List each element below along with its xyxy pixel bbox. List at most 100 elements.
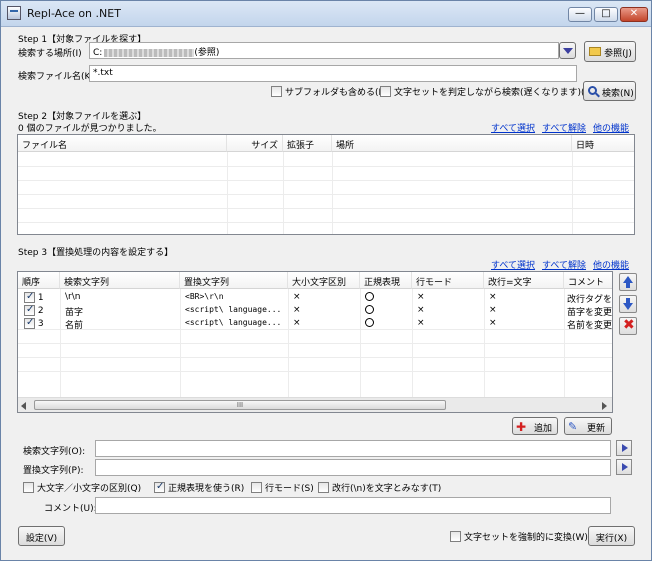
search-expand-button[interactable] [616, 440, 632, 456]
comment-input[interactable] [95, 497, 611, 514]
checkbox-icon [380, 86, 391, 97]
row-comment: 苗字を変更 [567, 308, 613, 317]
search-string-input[interactable] [95, 440, 611, 457]
rule-col-case[interactable]: 大小文字区別 [288, 272, 360, 289]
step3-other-functions-link[interactable]: 他の機能 [593, 258, 629, 271]
search-icon-handle [595, 92, 600, 98]
location-label: 検索する場所(I) [18, 49, 82, 59]
row-case: × [293, 318, 301, 328]
file-col-size[interactable]: サイズ [227, 135, 283, 152]
file-col-location[interactable]: 場所 [332, 135, 572, 152]
grid-line [18, 180, 634, 181]
grid-line [18, 166, 634, 167]
blurred-path-icon [104, 48, 195, 57]
move-down-button[interactable] [619, 295, 637, 313]
checkbox-icon [318, 482, 329, 493]
replace-rule-list[interactable]: 順序 検索文字列 置換文字列 大小文字区別 正規表現 行モード 改行=文字 コメ… [17, 271, 613, 413]
location-value-tail: (参照) [194, 48, 220, 58]
location-input[interactable]: C: (参照) [89, 42, 559, 59]
browse-button[interactable]: 参照(J) [584, 41, 636, 62]
scroll-grip: III [236, 401, 244, 409]
case-sensitive-checkbox[interactable]: 大文字／小文字の区別(Q) [23, 481, 141, 494]
row-search: \r\n [65, 292, 81, 302]
newline-as-char-label: 改行(\n)を文字とみなす(T) [332, 484, 442, 494]
detect-charset-checkbox[interactable]: 文字セットを判定しながら検索(遅くなります)(M) [380, 85, 596, 98]
replace-expand-button[interactable] [616, 459, 632, 475]
step3-select-all-link[interactable]: すべて選択 [491, 258, 535, 271]
row-replace: <script\ language... [185, 318, 282, 327]
comment-label: コメント(U): [44, 504, 97, 514]
checkbox-icon [154, 481, 165, 493]
row-checkbox[interactable] [24, 305, 35, 316]
grid-line [18, 343, 612, 344]
pencil-icon: ✎ [568, 420, 578, 433]
scroll-right-arrow[interactable] [602, 402, 607, 410]
circle-icon [365, 305, 374, 314]
search-button[interactable]: 検索(N) [583, 81, 636, 101]
step2-other-functions-link[interactable]: 他の機能 [593, 121, 629, 134]
rule-col-newline[interactable]: 改行=文字 [484, 272, 564, 289]
folder-icon [589, 47, 601, 56]
line-mode-checkbox[interactable]: 行モード(S) [251, 481, 314, 494]
horizontal-scrollbar[interactable]: III [18, 397, 612, 412]
title-bar[interactable]: Repl-Ace on .NET — □ ✕ [1, 1, 651, 27]
step2-select-all-link[interactable]: すべて選択 [491, 121, 535, 134]
file-col-ext[interactable]: 拡張子 [283, 135, 332, 152]
rule-col-replace[interactable]: 置換文字列 [180, 272, 288, 289]
row-newline: × [489, 318, 497, 328]
table-row[interactable]: 2 苗字 <script\ language... × × × 苗字を変更 [18, 305, 613, 317]
grid-line [18, 357, 612, 358]
row-checkbox[interactable] [24, 318, 35, 329]
rule-col-regex[interactable]: 正規表現 [360, 272, 412, 289]
step3-deselect-all-link[interactable]: すべて解除 [542, 258, 586, 271]
checkbox-icon [251, 482, 262, 493]
scroll-left-arrow[interactable] [21, 402, 26, 410]
delete-button[interactable]: ✖ [619, 317, 637, 335]
arrow-up-icon [623, 276, 633, 283]
include-subfolders-checkbox[interactable]: サブフォルダも含める(L) [271, 85, 387, 98]
location-dropdown-button[interactable] [559, 42, 576, 59]
row-linemode: × [417, 318, 425, 328]
browse-button-label: 参照(J) [604, 49, 632, 59]
minimize-button[interactable]: — [568, 7, 592, 22]
file-count-status: 0 個のファイルが見つかりました。 [18, 124, 162, 134]
file-col-name[interactable]: ファイル名 [18, 135, 227, 152]
add-icon: ✚ [516, 420, 527, 434]
rule-col-comment[interactable]: コメント [564, 272, 612, 289]
newline-as-char-checkbox[interactable]: 改行(\n)を文字とみなす(T) [318, 481, 441, 494]
step2-deselect-all-link[interactable]: すべて解除 [542, 121, 586, 134]
replace-string-input[interactable] [95, 459, 611, 476]
location-value: C: [93, 48, 103, 58]
row-regex [362, 305, 412, 317]
row-regex [362, 292, 412, 304]
row-checkbox[interactable] [24, 292, 35, 303]
force-charset-label: 文字セットを強制的に変換(W) [464, 533, 588, 543]
grid-line [18, 194, 634, 195]
update-button[interactable]: ✎ 更新 [564, 417, 612, 435]
file-col-date[interactable]: 日時 [572, 135, 634, 152]
scroll-thumb[interactable]: III [34, 400, 446, 410]
filename-input[interactable]: *.txt [89, 65, 577, 82]
regex-checkbox[interactable]: 正規表現を使う(R) [154, 481, 244, 494]
rule-col-order[interactable]: 順序 [18, 272, 60, 289]
row-comment: 改行タグを [567, 295, 613, 304]
row-case: × [293, 305, 301, 315]
replace-string-label: 置換文字列(P): [23, 466, 84, 476]
close-button[interactable]: ✕ [620, 7, 648, 22]
file-list[interactable]: ファイル名 サイズ 拡張子 場所 日時 [17, 134, 635, 235]
app-icon [7, 6, 21, 20]
add-button[interactable]: ✚ 追加 [512, 417, 558, 435]
maximize-button[interactable]: □ [594, 7, 618, 22]
settings-button[interactable]: 設定(V) [18, 526, 65, 546]
rule-col-search[interactable]: 検索文字列 [60, 272, 180, 289]
rule-col-linemode[interactable]: 行モード [412, 272, 484, 289]
table-row[interactable]: 3 名前 <script\ language... × × × 名前を変更 [18, 318, 612, 330]
case-sensitive-label: 大文字／小文字の区別(Q) [37, 484, 142, 494]
move-up-button[interactable] [619, 273, 637, 291]
step3-heading: Step 3【置換処理の内容を設定する】 [18, 248, 174, 258]
force-charset-checkbox[interactable]: 文字セットを強制的に変換(W) [450, 530, 588, 543]
run-button[interactable]: 実行(X) [588, 526, 635, 546]
arrow-up-stem [626, 283, 630, 288]
table-row[interactable]: 1 \r\n <BR>\r\n × × × 改行タグを [18, 292, 613, 304]
row-order: 1 [37, 293, 44, 303]
